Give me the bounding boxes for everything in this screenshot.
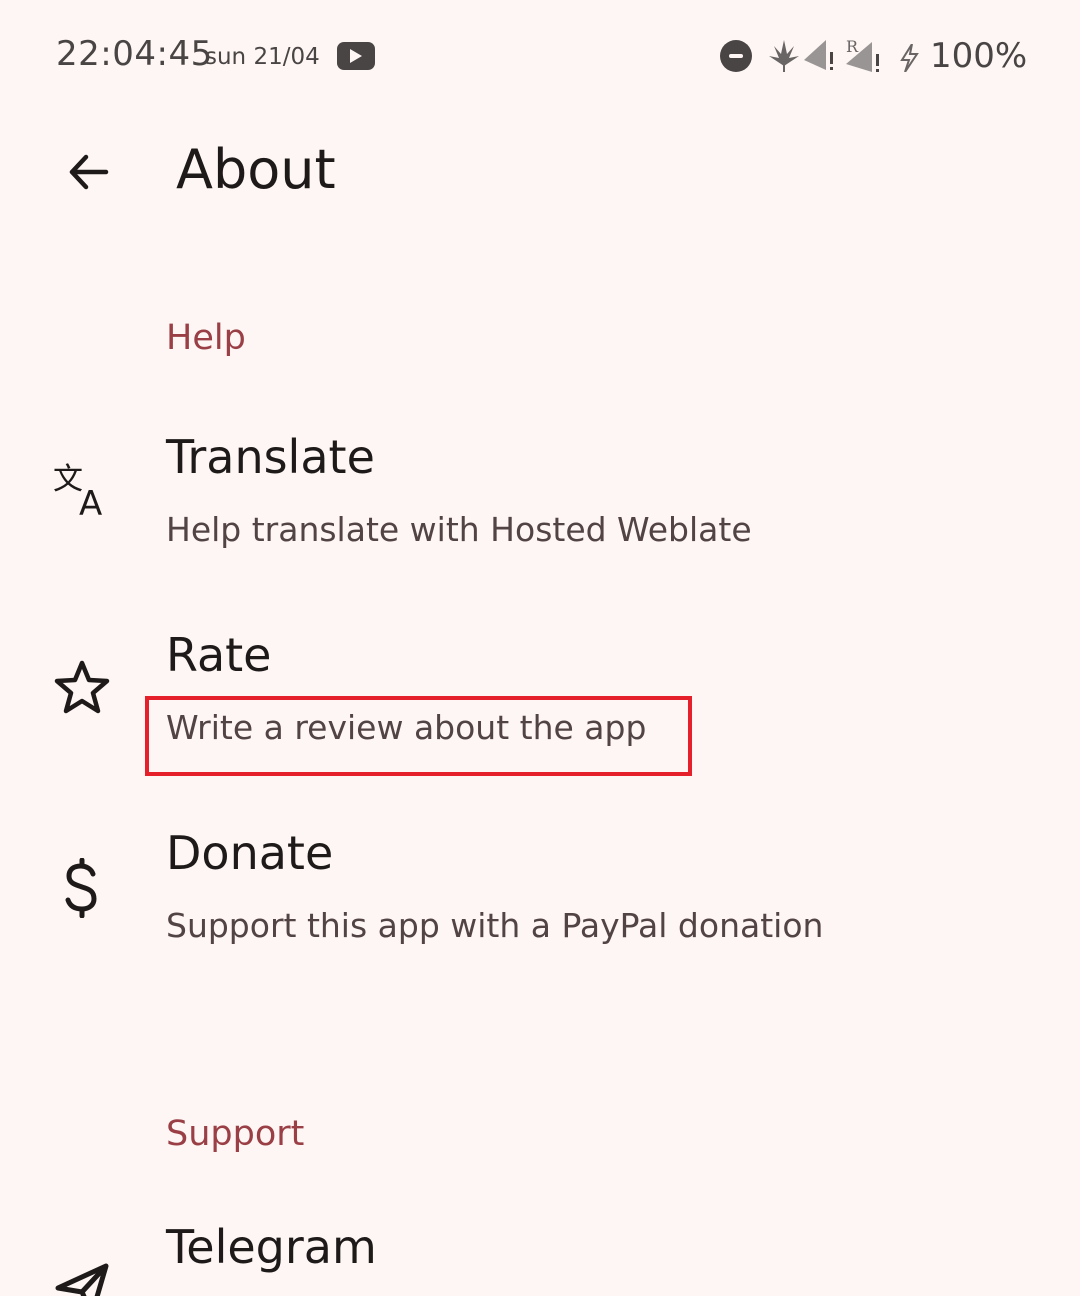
item-subtitle: Write a review about the app	[166, 708, 647, 747]
dnd-icon	[720, 40, 752, 72]
item-subtitle: Help translate with Hosted Weblate	[166, 510, 752, 549]
battery-percent: 100%	[930, 36, 1028, 76]
status-indicator-icons: R	[768, 36, 893, 76]
list-item-telegram[interactable]: Telegram	[0, 1200, 1080, 1296]
cannabis-icon	[769, 40, 799, 72]
about-screen: 22:04:45 sun 21/04 R 100% About Help 文 A…	[0, 0, 1080, 1296]
translate-icon: 文 A	[50, 458, 114, 522]
svg-text:A: A	[79, 484, 102, 521]
youtube-icon	[337, 42, 375, 70]
section-header-help: Help	[166, 318, 246, 358]
dollar-icon	[50, 856, 114, 920]
item-subtitle: Support this app with a PayPal donation	[166, 906, 824, 945]
signal-alert-icon	[804, 40, 833, 70]
item-title: Rate	[166, 628, 272, 682]
send-icon	[50, 1256, 114, 1296]
status-bar: 22:04:45 sun 21/04 R 100%	[0, 0, 1080, 110]
back-button[interactable]	[56, 140, 120, 204]
page-title: About	[176, 138, 336, 201]
list-item-translate[interactable]: 文 A Translate Help translate with Hosted…	[0, 408, 1080, 598]
star-icon	[50, 656, 114, 720]
status-date: sun 21/04	[205, 44, 320, 70]
svg-text:R: R	[846, 37, 859, 56]
item-title: Donate	[166, 826, 334, 880]
item-title: Telegram	[166, 1220, 377, 1274]
list-item-donate[interactable]: Donate Support this app with a PayPal do…	[0, 806, 1080, 996]
section-header-support: Support	[166, 1114, 305, 1154]
roaming-signal-alert-icon: R	[846, 37, 879, 72]
list-item-rate[interactable]: Rate Write a review about the app	[0, 608, 1080, 798]
status-time: 22:04:45	[56, 34, 213, 74]
item-title: Translate	[166, 430, 375, 484]
charging-bolt-icon	[898, 43, 920, 76]
arrow-back-icon	[69, 154, 109, 190]
